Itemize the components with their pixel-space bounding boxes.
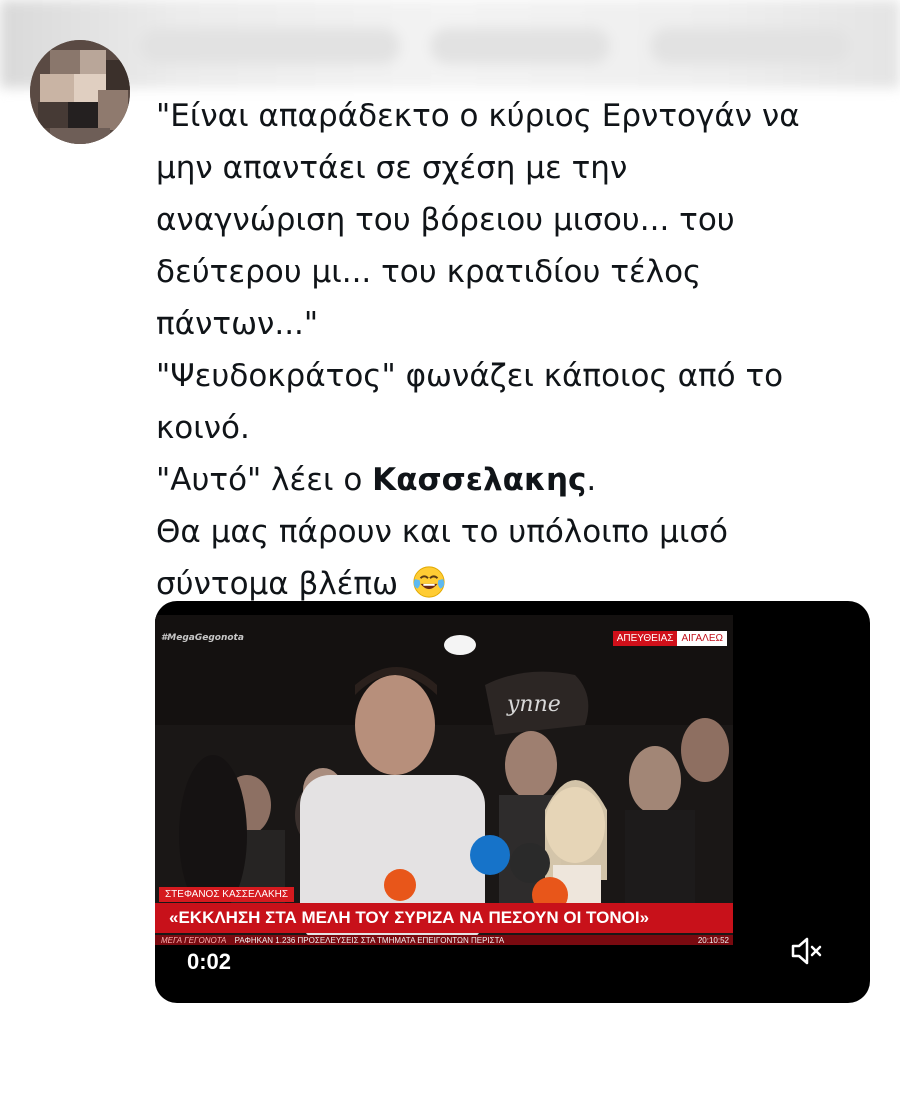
tweet-line: μην απαντάει σε σχέση με την [156, 150, 628, 186]
news-headline: «ΕΚΚΛΗΣΗ ΣΤΑ ΜΕΛΗ ΤΟΥ ΣΥΡΙΖΑ ΝΑ ΠΕΣΟΥΝ Ο… [155, 903, 733, 933]
tweet-line: πάντων..." [156, 306, 319, 342]
tweet-line: "Αυτό" λέει ο Κασσελακης. [156, 454, 876, 506]
ticker-clock: 20:10:52 [697, 936, 729, 945]
tweet-screenshot: "Είναι απαράδεκτο ο κύριος Ερντογάν να μ… [0, 0, 900, 1097]
ticker-brand: ΜΕΓΑ ΓΕΓΟΝΟΤΑ [161, 936, 227, 945]
channel-logo: #MegaGegonota [161, 633, 244, 643]
video-player[interactable]: ynne #MegaGegonota ΑΠΕΥΘΕΙΑΣ ΑΙΓΑΛΕΩ ΣΤΕ… [155, 601, 870, 1003]
tweet-line: αναγνώριση του βόρειου μισου... του [156, 202, 735, 238]
news-ticker: ΜΕΓΑ ΓΕΓΟΝΟΤΑ ΡΑΦΗΚΑΝ 1.236 ΠΡΟΣΕΛΕΥΣΕΙΣ… [155, 935, 733, 945]
tweet-line: κοινό. [156, 410, 250, 446]
tweet-line: Θα μας πάρουν και το υπόλοιπο μισό [156, 514, 728, 550]
speaker-muted-icon[interactable] [787, 934, 827, 968]
video-timestamp: 0:02 [187, 949, 232, 974]
svg-text:ynne: ynne [506, 692, 561, 717]
tweet-line: "Ψευδοκράτος" φωνάζει κάποιος από το [156, 358, 784, 394]
tweet-line-prefix: "Αυτό" λέει ο [156, 462, 373, 498]
face-with-tears-of-joy-icon [413, 566, 445, 598]
tweet-line: "Είναι απαράδεκτο ο κύριος Ερντογάν να [156, 98, 800, 134]
mentioned-name: Κασσελακης [372, 462, 587, 498]
live-badge: ΑΠΕΥΘΕΙΑΣ ΑΙΓΑΛΕΩ [612, 631, 727, 646]
speaker-name-strip: ΣΤΕΦΑΝΟΣ ΚΑΣΣΕΛΑΚΗΣ [159, 887, 295, 902]
tweet-line-suffix: . [586, 462, 597, 498]
live-location: ΑΙΓΑΛΕΩ [677, 631, 727, 646]
live-label: ΑΠΕΥΘΕΙΑΣ [612, 631, 678, 646]
ticker-text: ΡΑΦΗΚΑΝ 1.236 ΠΡΟΣΕΛΕΥΣΕΙΣ ΣΤΑ ΤΜΗΜΑΤΑ Ε… [234, 936, 505, 945]
tweet-text: "Είναι απαράδεκτο ο κύριος Ερντογάν να μ… [156, 90, 876, 610]
avatar[interactable] [30, 40, 130, 144]
tweet-line: δεύτερου μι... του κρατιδίου τέλος [156, 254, 702, 290]
blurred-header [0, 0, 900, 88]
video-frame: ynne #MegaGegonota ΑΠΕΥΘΕΙΑΣ ΑΙΓΑΛΕΩ ΣΤΕ… [155, 615, 733, 945]
tweet-line-text: σύντομα βλέπω [156, 566, 399, 602]
